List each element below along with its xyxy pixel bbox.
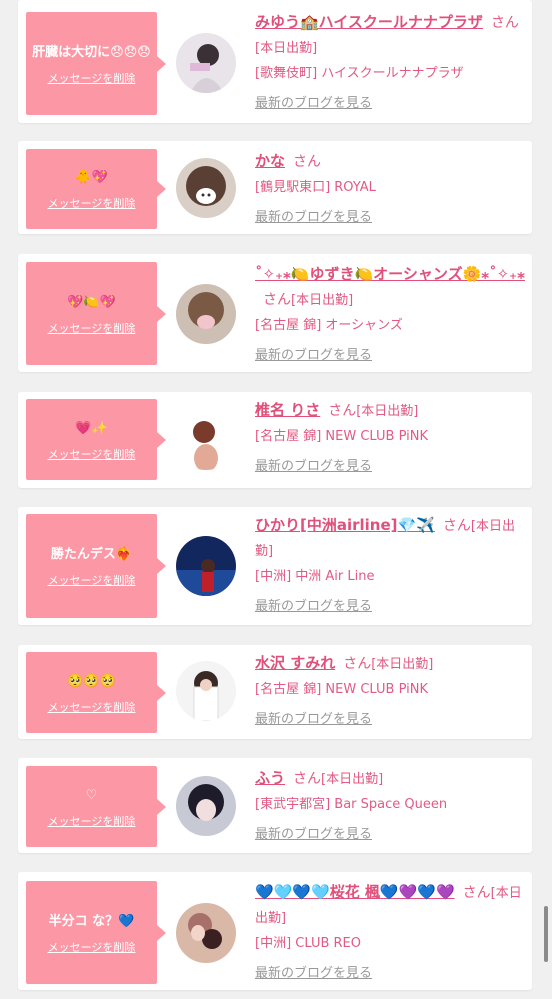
cast-info: ˚✧₊⁎🍋ゆずき🍋オーシャンズ🌼⁎˚✧₊⁎ さん[本日出勤] [名古屋 錦] オー… xyxy=(255,262,527,368)
san-label: さん xyxy=(343,656,372,672)
san-label: さん xyxy=(263,292,291,308)
avatar[interactable] xyxy=(176,158,236,218)
message-bubble: 肝臓は大切に😞😞😞 メッセージを削除 xyxy=(26,12,166,115)
latest-blog-link[interactable]: 最新のブログを見る xyxy=(255,454,527,479)
message-text: 💗✨ xyxy=(75,420,108,436)
avatar[interactable] xyxy=(176,661,236,721)
message-text: ♡ xyxy=(85,787,98,803)
cast-name-link[interactable]: みゆう🏫ハイスクールナナプラザ xyxy=(255,13,483,31)
cast-info: 💙🩵💙🩵桜花 楓💙💜💙💜 さん[本日出勤] [中洲] CLUB REO 最新のブロ… xyxy=(255,880,527,986)
delete-message-link[interactable]: メッセージを削除 xyxy=(48,572,136,588)
avatar[interactable] xyxy=(176,33,236,93)
message-card: 🐥💖 メッセージを削除 かな さん [鶴見駅東口] ROYAL 最新のブログを見る xyxy=(18,141,532,234)
shop-name: [歌舞伎町] ハイスクールナナプラザ xyxy=(255,66,464,81)
avatar-photo xyxy=(176,903,236,963)
avatar[interactable] xyxy=(176,284,236,344)
work-status: [本日出勤] xyxy=(291,293,354,308)
avatar-photo xyxy=(176,776,236,836)
cast-name-link[interactable]: 💙🩵💙🩵桜花 楓💙💜💙💜 xyxy=(255,883,455,901)
san-label: さん xyxy=(490,15,519,31)
scrollbar[interactable] xyxy=(544,906,548,962)
message-card: 半分コ な？💙 メッセージを削除 💙🩵💙🩵桜花 楓💙💜💙💜 さん[本日出勤] [中… xyxy=(18,872,532,990)
avatar-photo xyxy=(176,284,236,344)
delete-message-link[interactable]: メッセージを削除 xyxy=(48,446,136,462)
latest-blog-link[interactable]: 最新のブログを見る xyxy=(255,594,527,619)
delete-message-link[interactable]: メッセージを削除 xyxy=(48,939,136,955)
shop-name: [名古屋 錦] NEW CLUB PiNK xyxy=(255,429,428,444)
message-text: 肝臓は大切に😞😞😞 xyxy=(32,44,151,60)
work-status: [本日出勤] xyxy=(356,404,419,419)
work-status: [本日出勤] xyxy=(371,657,434,672)
cast-info: みゆう🏫ハイスクールナナプラザ さん [本日出勤] [歌舞伎町] ハイスクールナナプ… xyxy=(255,10,527,116)
shop-name: [中洲] CLUB REO xyxy=(255,936,361,951)
cast-info: 水沢 すみれ さん[本日出勤] [名古屋 錦] NEW CLUB PiNK 最新の… xyxy=(255,651,527,732)
san-label: さん xyxy=(442,518,471,534)
message-text: 💖🍋💖 xyxy=(67,294,116,310)
message-text: 🥺🥺🥺 xyxy=(67,673,116,689)
message-bubble: 勝たんデス❤️‍🔥 メッセージを削除 xyxy=(26,514,166,618)
delete-message-link[interactable]: メッセージを削除 xyxy=(48,70,136,86)
san-label: さん xyxy=(462,885,491,901)
message-card: 💖🍋💖 メッセージを削除 ˚✧₊⁎🍋ゆずき🍋オーシャンズ🌼⁎˚✧₊⁎ さん[本日出… xyxy=(18,254,532,372)
avatar-photo xyxy=(176,33,236,93)
avatar[interactable] xyxy=(176,903,236,963)
cast-name-link[interactable]: 水沢 すみれ xyxy=(255,654,335,672)
shop-name: [名古屋 錦] オーシャンズ xyxy=(255,318,403,333)
message-card: 勝たんデス❤️‍🔥 メッセージを削除 ひかり[中洲airline]💎✈️ さん[本… xyxy=(18,507,532,625)
delete-message-link[interactable]: メッセージを削除 xyxy=(48,320,136,336)
message-bubble: ♡ メッセージを削除 xyxy=(26,766,166,847)
avatar-photo xyxy=(176,536,236,596)
message-card: ♡ メッセージを削除 ふう さん[本日出勤] [東武宇都宮] Bar Space … xyxy=(18,758,532,853)
message-card: 肝臓は大切に😞😞😞 メッセージを削除 みゆう🏫ハイスクールナナプラザ さん [本日出… xyxy=(18,0,532,123)
message-text: 勝たんデス❤️‍🔥 xyxy=(50,547,133,562)
message-card: 🥺🥺🥺 メッセージを削除 水沢 すみれ さん[本日出勤] [名古屋 錦] NEW … xyxy=(18,645,532,739)
latest-blog-link[interactable]: 最新のブログを見る xyxy=(255,707,527,732)
latest-blog-link[interactable]: 最新のブログを見る xyxy=(255,822,527,847)
avatar[interactable] xyxy=(176,410,236,470)
san-label: さん xyxy=(328,403,357,419)
cast-name-link[interactable]: かな xyxy=(255,152,285,170)
cast-name-link[interactable]: ひかり[中洲airline]💎✈️ xyxy=(255,516,435,534)
message-bubble: 半分コ な？💙 メッセージを削除 xyxy=(26,881,166,984)
message-card: 💗✨ メッセージを削除 椎名 りさ さん[本日出勤] [名古屋 錦] NEW CL… xyxy=(18,392,532,488)
cast-name-link[interactable]: ふう xyxy=(255,769,285,787)
latest-blog-link[interactable]: 最新のブログを見る xyxy=(255,343,527,368)
avatar-photo xyxy=(176,661,236,721)
delete-message-link[interactable]: メッセージを削除 xyxy=(48,195,136,211)
message-text: 🐥💖 xyxy=(75,170,108,185)
san-label: さん xyxy=(293,154,322,170)
cast-name-link[interactable]: 椎名 りさ xyxy=(255,401,320,419)
work-status: [本日出勤] xyxy=(255,41,318,56)
avatar[interactable] xyxy=(176,536,236,596)
message-bubble: 🥺🥺🥺 メッセージを削除 xyxy=(26,652,166,733)
cast-info: かな さん [鶴見駅東口] ROYAL 最新のブログを見る xyxy=(255,149,527,230)
shop-name: [名古屋 錦] NEW CLUB PiNK xyxy=(255,682,428,697)
message-bubble: 💗✨ メッセージを削除 xyxy=(26,399,166,480)
latest-blog-link[interactable]: 最新のブログを見る xyxy=(255,91,527,116)
message-bubble: 🐥💖 メッセージを削除 xyxy=(26,149,166,229)
cast-info: ふう さん[本日出勤] [東武宇都宮] Bar Space Queen 最新のブロ… xyxy=(255,766,527,847)
delete-message-link[interactable]: メッセージを削除 xyxy=(48,699,136,715)
cast-info: 椎名 りさ さん[本日出勤] [名古屋 錦] NEW CLUB PiNK 最新のブ… xyxy=(255,398,527,479)
cast-name-link[interactable]: ˚✧₊⁎🍋ゆずき🍋オーシャンズ🌼⁎˚✧₊⁎ xyxy=(255,265,525,283)
latest-blog-link[interactable]: 最新のブログを見る xyxy=(255,205,527,230)
delete-message-link[interactable]: メッセージを削除 xyxy=(48,813,136,829)
avatar[interactable] xyxy=(176,776,236,836)
message-text: 半分コ な？💙 xyxy=(48,913,135,929)
san-label: さん xyxy=(293,771,322,787)
latest-blog-link[interactable]: 最新のブログを見る xyxy=(255,961,527,986)
avatar-photo xyxy=(176,158,236,218)
message-bubble: 💖🍋💖 メッセージを削除 xyxy=(26,262,166,365)
shop-name: [東武宇都宮] Bar Space Queen xyxy=(255,797,448,812)
cast-info: ひかり[中洲airline]💎✈️ さん[本日出勤] [中洲] 中洲 Air Li… xyxy=(255,513,527,619)
shop-name: [鶴見駅東口] ROYAL xyxy=(255,180,376,195)
work-status: [本日出勤] xyxy=(321,772,384,787)
shop-name: [中洲] 中洲 Air Line xyxy=(255,569,375,584)
avatar-photo xyxy=(176,410,236,470)
